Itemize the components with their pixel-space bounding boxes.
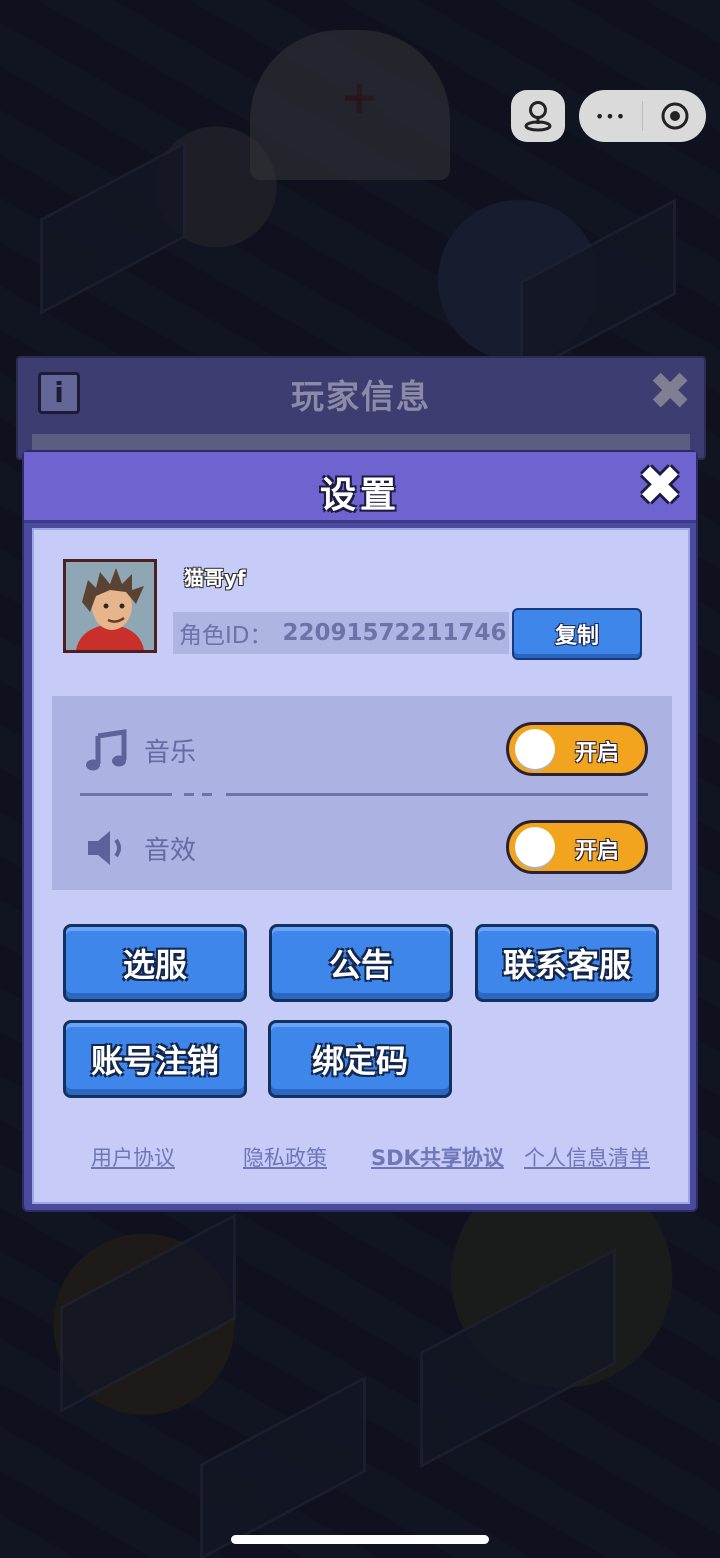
user-agreement-link[interactable]: 用户协议 [91,1142,175,1172]
announcement-button[interactable]: 公告 [269,924,453,1002]
settings-body: 猫哥yf 角色ID： 22091572211746 复制 音乐 开启 音效 开启… [32,528,690,1204]
personal-info-list-link[interactable]: 个人信息清单 [524,1142,650,1172]
music-row: 音乐 开启 [52,714,672,784]
player-info-close-icon[interactable]: ✖ [648,366,692,418]
tent-decoration: + [250,30,450,180]
sfx-toggle-text: 开启 [575,839,620,864]
player-info-title: 玩家信息 [291,377,431,416]
copy-button[interactable]: 复制 [512,608,642,660]
sfx-toggle[interactable]: 开启 [506,820,648,874]
music-toggle-knob [515,729,555,769]
sfx-row: 音效 开启 [52,812,672,882]
avatar [63,559,157,653]
capsule-menu: ••• [579,90,706,142]
bind-code-button[interactable]: 绑定码 [268,1020,452,1098]
player-info-panel: i 玩家信息 ✖ [16,356,706,460]
more-icon: ••• [594,106,627,126]
nickname: 猫哥yf [184,566,246,590]
music-note-icon [86,729,127,771]
settings-title: 设置 [319,475,400,516]
select-server-button[interactable]: 选服 [63,924,247,1002]
music-toggle-text: 开启 [575,741,620,766]
audio-divider [80,793,648,796]
role-id-field: 角色ID： 22091572211746 [173,612,509,654]
music-toggle[interactable]: 开启 [506,722,648,776]
target-icon [661,102,688,130]
settings-dialog: 设置 ✖ 猫哥yf 角色ID： 22091572211746 复制 音乐 开启 … [22,450,698,1212]
more-button[interactable]: ••• [579,90,642,142]
game-center-button[interactable] [511,90,565,142]
contact-support-button[interactable]: 联系客服 [475,924,659,1002]
sdk-agreement-link[interactable]: SDK共享协议 [371,1142,504,1172]
role-id-value: 22091572211746 [282,620,507,646]
privacy-policy-link[interactable]: 隐私政策 [243,1142,327,1172]
close-icon[interactable]: ✖ [634,459,686,513]
sfx-toggle-knob [515,827,555,867]
joystick-icon [524,101,552,132]
close-miniprogram-button[interactable] [643,90,706,142]
role-id-label: 角色ID： [179,623,273,649]
home-indicator [231,1535,489,1544]
settings-header: 设置 ✖ [24,452,696,523]
audio-settings: 音乐 开启 音效 开启 [52,696,672,890]
speaker-icon [88,831,121,865]
delete-account-button[interactable]: 账号注销 [63,1020,247,1098]
music-label: 音乐 [144,738,197,768]
avatar-portrait [66,562,154,650]
sfx-label: 音效 [144,836,197,866]
